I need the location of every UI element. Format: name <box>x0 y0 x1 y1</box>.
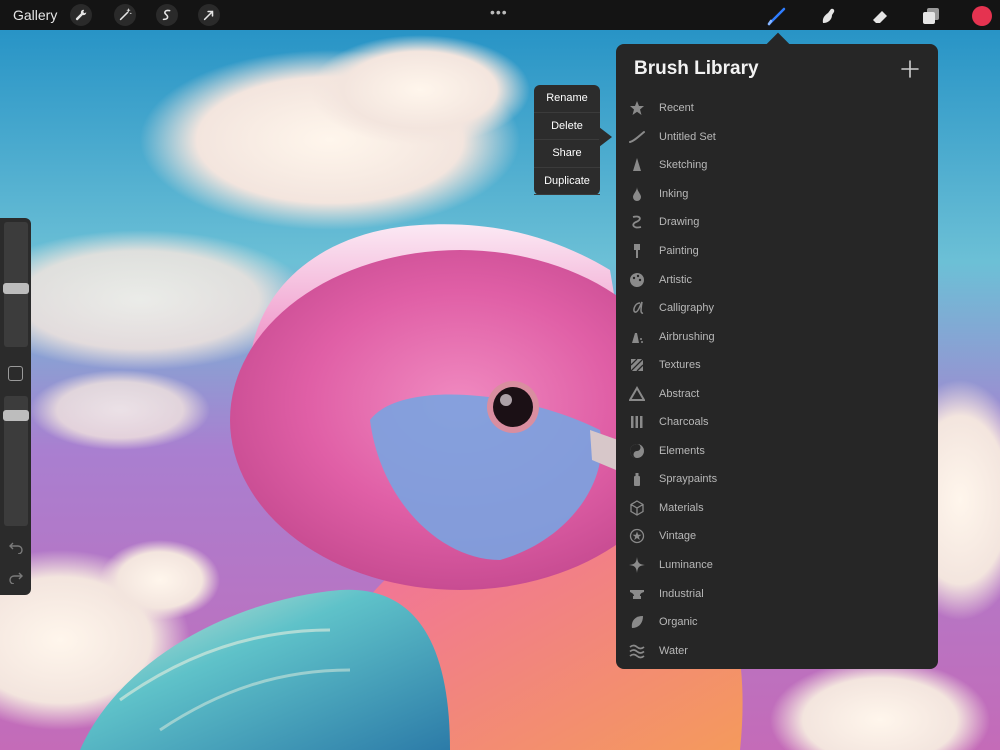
panel-title: Brush Library <box>634 58 759 79</box>
selection-button[interactable] <box>156 4 178 26</box>
stroke-icon <box>629 129 645 145</box>
brush-set-painting[interactable]: Painting <box>616 237 938 266</box>
eraser-icon <box>873 11 887 23</box>
brush-set-label: Painting <box>659 245 699 257</box>
eraser-tool-button[interactable] <box>868 4 892 28</box>
delete-menu-item[interactable]: Delete <box>534 113 600 140</box>
magic-wand-icon <box>119 8 132 21</box>
brush-set-list: Recent Untitled Set Sketching Inking Dra… <box>616 94 938 665</box>
brush-set-label: Organic <box>659 616 698 629</box>
texture-icon <box>629 357 645 373</box>
brush-set-water[interactable]: Water <box>616 636 938 665</box>
rename-menu-item[interactable]: Rename <box>534 85 600 113</box>
brush-set-abstract[interactable]: Abstract <box>616 379 938 408</box>
redo-icon[interactable] <box>8 568 24 584</box>
anvil-icon <box>629 586 645 602</box>
selection-s-icon <box>162 9 171 21</box>
star-icon <box>629 100 645 116</box>
brush-set-label: Luminance <box>659 559 713 572</box>
gallery-button[interactable]: Gallery <box>13 7 57 23</box>
smudge-finger-icon <box>822 8 835 23</box>
brush-set-airbrushing[interactable]: Airbrushing <box>616 322 938 351</box>
brush-size-slider[interactable] <box>3 222 29 347</box>
brush-set-label: Abstract <box>659 387 700 400</box>
share-menu-item[interactable]: Share <box>534 140 600 168</box>
layers-button[interactable] <box>919 4 943 28</box>
transform-button[interactable] <box>198 4 220 26</box>
brush-set-label: Industrial <box>659 587 704 600</box>
brush-set-label: Calligraphy <box>659 302 715 315</box>
brush-set-label: Drawing <box>659 216 700 229</box>
brush-set-sketching[interactable]: Sketching <box>616 151 938 180</box>
palette-icon <box>629 272 645 288</box>
opacity-slider[interactable] <box>3 396 29 526</box>
cursor-arrow-icon <box>203 10 214 21</box>
brush-set-textures[interactable]: Textures <box>616 351 938 380</box>
yin-yang-icon <box>629 443 645 459</box>
leaf-icon <box>629 614 645 630</box>
brush-set-label: Inking <box>659 187 689 200</box>
layers-icon <box>923 8 939 24</box>
ink-drop-icon <box>629 186 645 202</box>
sparkle-icon <box>629 557 645 574</box>
context-menu-pointer <box>599 127 612 147</box>
brush-set-recent[interactable]: Recent <box>616 94 938 123</box>
calligraphy-icon <box>629 300 645 316</box>
color-picker-button[interactable] <box>972 6 992 26</box>
brush-set-calligraphy[interactable]: Calligraphy <box>616 294 938 323</box>
brush-set-label: Sketching <box>659 159 708 172</box>
cube-icon <box>629 500 645 516</box>
paintbrush-icon <box>629 243 645 259</box>
brush-set-label: Artistic <box>659 273 692 286</box>
brush-set-charcoals[interactable]: Charcoals <box>616 408 938 437</box>
brush-icon <box>767 7 786 26</box>
brush-set-label: Recent <box>659 102 694 115</box>
brush-set-label: Elements <box>659 444 705 457</box>
brush-set-organic[interactable]: Organic <box>616 608 938 637</box>
brush-set-elements[interactable]: Elements <box>616 437 938 466</box>
brush-set-label: Spraypaints <box>659 473 718 486</box>
brush-set-label: Textures <box>659 359 701 372</box>
smudge-tool-button[interactable] <box>816 4 840 28</box>
brush-set-luminance[interactable]: Luminance <box>616 551 938 580</box>
brush-set-label: Water <box>659 644 688 657</box>
undo-icon[interactable] <box>8 538 24 554</box>
brush-set-untitled[interactable]: Untitled Set <box>616 123 938 152</box>
brush-set-context-menu: Rename Delete Share Duplicate <box>534 85 612 195</box>
duplicate-menu-item[interactable]: Duplicate <box>534 168 600 195</box>
brush-set-materials[interactable]: Materials <box>616 494 938 523</box>
airbrush-icon <box>629 329 645 345</box>
squiggle-icon <box>629 214 645 230</box>
brush-library-panel: Brush Library Recent Untitled Set Sketch… <box>616 44 938 669</box>
plus-icon[interactable] <box>899 58 921 80</box>
waves-icon <box>629 643 645 659</box>
top-toolbar: Gallery ••• <box>0 0 1000 30</box>
brush-set-inking[interactable]: Inking <box>616 180 938 209</box>
more-options-dots[interactable]: ••• <box>490 4 508 20</box>
brush-size-knob[interactable] <box>3 283 29 294</box>
vintage-star-icon <box>629 528 645 544</box>
spraycan-icon <box>629 471 645 487</box>
brush-tool-button[interactable] <box>765 4 789 28</box>
brush-set-label: Airbrushing <box>659 330 715 343</box>
charcoal-icon <box>629 414 645 430</box>
brush-set-label: Vintage <box>659 530 697 543</box>
adjustments-button[interactable] <box>114 4 136 26</box>
pencil-tip-icon <box>629 157 645 173</box>
left-sidebar <box>0 218 31 595</box>
actions-button[interactable] <box>70 4 92 26</box>
brush-set-label: Untitled Set <box>659 130 716 143</box>
triangle-icon <box>629 385 645 402</box>
brush-set-artistic[interactable]: Artistic <box>616 265 938 294</box>
opacity-knob[interactable] <box>3 410 29 421</box>
brush-set-label: Charcoals <box>659 416 709 429</box>
wrench-icon <box>75 9 87 21</box>
brush-set-spraypaints[interactable]: Spraypaints <box>616 465 938 494</box>
modify-button[interactable] <box>8 366 23 381</box>
brush-set-industrial[interactable]: Industrial <box>616 579 938 608</box>
brush-set-drawing[interactable]: Drawing <box>616 208 938 237</box>
brush-set-vintage[interactable]: Vintage <box>616 522 938 551</box>
brush-set-label: Materials <box>659 501 704 514</box>
